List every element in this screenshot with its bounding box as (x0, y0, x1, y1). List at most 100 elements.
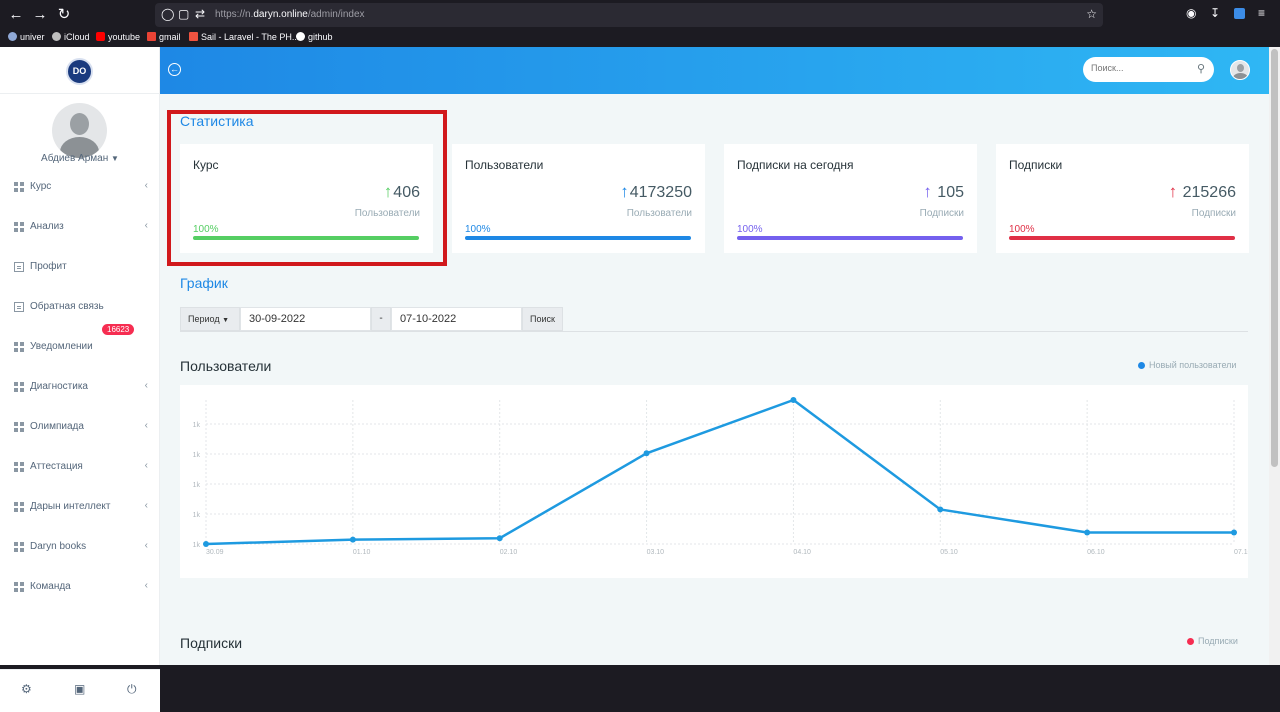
back-arrow-icon[interactable]: ← (7, 6, 25, 24)
menu-icon[interactable]: ≡ (1258, 6, 1265, 20)
sidebar-item-label: Профит (30, 261, 67, 272)
sidebar-item-label: Команда (30, 581, 71, 592)
bookmarks-bar: univer iCloud youtube gmail Sail - Larav… (0, 30, 1280, 46)
bookmark-youtube[interactable]: youtube (96, 32, 140, 42)
x-tick-label: 01.10 (353, 549, 371, 556)
grid-icon (14, 422, 24, 432)
sidebar: DO Абдиев Арман ▼ Курс ‹ Анализ ‹ Профит О… (0, 47, 160, 712)
divider (180, 331, 1248, 332)
shield-icon[interactable]: ◯ (161, 7, 174, 21)
bookmark-github[interactable]: github (296, 32, 333, 42)
sidebar-item-team[interactable]: Команда ‹ (0, 568, 160, 608)
y-tick-label: 1k (193, 422, 201, 429)
url-text[interactable]: https://n.daryn.online/admin/index (215, 9, 365, 20)
avatar-head (1237, 64, 1244, 72)
stat-card-title: Подписки (1009, 158, 1063, 172)
page-scrollbar[interactable] (1269, 47, 1280, 665)
chevron-left-icon: ‹ (144, 460, 148, 471)
progress-bar (1009, 236, 1235, 240)
url-bar[interactable]: ◯ ▢ ⇄ https://n.daryn.online/admin/index… (155, 3, 1103, 27)
period-dropdown[interactable]: Период ▼ (180, 307, 240, 331)
data-point (937, 506, 944, 513)
download-icon[interactable]: ↧ (1210, 6, 1220, 20)
sidebar-toggle-icon[interactable]: ← (168, 63, 181, 76)
sidebar-item-feedback[interactable]: Обратная связь (0, 288, 160, 328)
data-point (203, 541, 209, 547)
bookmark-star-icon[interactable]: ☆ (1086, 7, 1097, 21)
bookmark-sail-laravel[interactable]: Sail - Laravel - The PH... (189, 32, 299, 42)
user-avatar[interactable] (52, 103, 107, 158)
stat-card-percent: 100% (1009, 224, 1035, 235)
settings-gear-icon[interactable]: ⚙ (21, 682, 32, 696)
date-from-input[interactable]: 30-09-2022 (240, 307, 371, 331)
user-name: Абдиев Арман (41, 153, 109, 164)
profile-avatar[interactable] (1230, 60, 1250, 80)
sidebar-item-daryn-intellect[interactable]: Дарын интеллект ‹ (0, 488, 160, 528)
series-line (205, 398, 1234, 546)
data-point (790, 397, 797, 403)
sidebar-item-analiz[interactable]: Анализ ‹ (0, 208, 160, 248)
data-point (349, 536, 356, 543)
bookmark-gmail[interactable]: gmail (147, 32, 181, 42)
stat-card-subtitle: Подписки (1191, 208, 1236, 219)
highlight-box (167, 110, 447, 266)
grid-icon (14, 342, 24, 352)
sidebar-item-daryn-books[interactable]: Daryn books ‹ (0, 528, 160, 568)
y-tick-label: 1k (193, 542, 201, 549)
sidebar-item-label: Курс (30, 181, 52, 192)
subs-chart-title: Подписки (180, 635, 243, 651)
permissions-icon[interactable]: ⇄ (195, 7, 205, 21)
search-box[interactable]: ⚲ (1083, 57, 1214, 82)
grid-icon (14, 582, 24, 592)
stat-value-text: 105 (937, 184, 964, 201)
daryn-logo[interactable]: DO (66, 58, 93, 85)
stat-card-value: ↑ 105 (923, 182, 964, 202)
top-bar: ← ⚲ (160, 47, 1269, 94)
document-icon (14, 262, 24, 272)
arrow-up-icon: ↑ (620, 182, 629, 201)
date-to-input[interactable]: 07-10-2022 (391, 307, 522, 331)
power-icon[interactable]: ⏻ (127, 682, 137, 697)
users-chart-title: Пользователи (180, 358, 272, 374)
lock-icon[interactable]: ▢ (178, 7, 189, 21)
forward-arrow-icon[interactable]: → (31, 6, 49, 24)
sidebar-item-olympiad[interactable]: Олимпиада ‹ (0, 408, 160, 448)
grid-icon (14, 462, 24, 472)
date-search-button[interactable]: Поиск (522, 307, 563, 331)
bookmark-icloud[interactable]: iCloud (52, 32, 90, 42)
chevron-left-icon: ‹ (144, 220, 148, 231)
user-name-dropdown[interactable]: Абдиев Арман ▼ (0, 153, 160, 164)
scrollbar-thumb[interactable] (1271, 49, 1278, 467)
sidebar-item-attestation[interactable]: Аттестация ‹ (0, 448, 160, 488)
sidebar-item-label: Daryn books (30, 541, 87, 552)
x-tick-label: 06.10 (1087, 549, 1105, 556)
x-tick-label: 04.10 (793, 549, 811, 556)
search-input[interactable] (1091, 63, 1191, 73)
stat-card-title: Пользователи (465, 158, 544, 172)
users-line-chart: 1k 1k 1k 1k 1k 30.09 01.10 02.10 03.10 04.10 05.10… (193, 397, 1248, 556)
stat-card-percent: 100% (465, 224, 491, 235)
sidebar-item-profit[interactable]: Профит (0, 248, 160, 288)
stat-card-value: ↑4173250 (620, 182, 692, 202)
legend-label: Новый пользователи (1149, 360, 1237, 370)
reload-icon[interactable]: ↻ (55, 6, 73, 24)
chevron-left-icon: ‹ (144, 540, 148, 551)
data-point (643, 450, 650, 457)
x-tick-label: 05.10 (940, 549, 958, 556)
period-label: Период (188, 314, 220, 324)
sidebar-item-kurs[interactable]: Курс ‹ (0, 168, 160, 208)
bookmark-univer[interactable]: univer (8, 32, 45, 42)
grid-icon (14, 542, 24, 552)
chevron-left-icon: ‹ (144, 580, 148, 591)
pocket-icon[interactable]: ◉ (1186, 6, 1196, 20)
legend-dot (1187, 638, 1194, 645)
save-disk-icon[interactable]: ▣ (74, 682, 85, 696)
sidebar-item-label: Олимпиада (30, 421, 84, 432)
main-content: Статистика Курс ↑406 Пользователи 100% П… (160, 94, 1269, 665)
sidebar-item-notifications[interactable]: Уведомлении (0, 328, 160, 368)
stat-card-value: ↑ 215266 (1169, 182, 1236, 202)
grid-icon (14, 182, 24, 192)
sidebar-item-diagnostics[interactable]: Диагностика ‹ (0, 368, 160, 408)
search-icon[interactable]: ⚲ (1197, 62, 1205, 75)
extension-icon[interactable] (1234, 8, 1245, 19)
